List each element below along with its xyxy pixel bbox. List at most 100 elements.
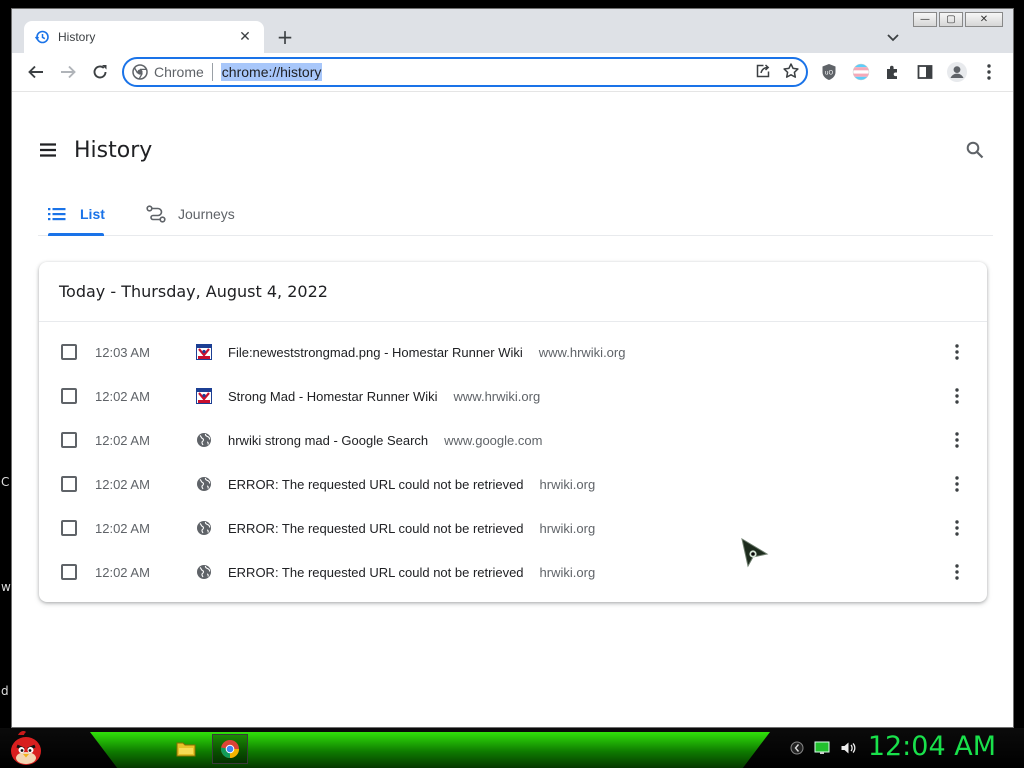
omnibox-actions (754, 62, 800, 80)
hamburger-menu-icon[interactable] (38, 140, 58, 160)
forward-button[interactable] (56, 60, 80, 84)
taskbar-clock: 12:04 AM (867, 731, 996, 762)
monitor-tray-icon[interactable] (814, 740, 830, 756)
history-entry: ERROR: The requested URL could not be re… (228, 565, 595, 580)
globe-icon (195, 563, 213, 581)
profile-avatar-icon[interactable] (945, 60, 969, 84)
hrwiki-icon (195, 387, 213, 405)
tab-journeys[interactable]: Journeys (146, 192, 235, 236)
side-panel-icon[interactable] (913, 60, 937, 84)
svg-text:uO: uO (825, 70, 834, 77)
page-header: History (12, 122, 1013, 202)
history-tabs: List Journeys (38, 192, 993, 236)
mouse-cursor-icon (741, 537, 769, 573)
start-button-angry-bird-icon[interactable] (6, 729, 50, 767)
hrwiki-icon (195, 343, 213, 361)
entry-title-link[interactable]: ERROR: The requested URL could not be re… (228, 521, 524, 536)
browser-tab-history[interactable]: History ✕ (24, 21, 264, 53)
history-row[interactable]: 12:02 AM ERROR: The requested URL could n… (39, 550, 987, 594)
network-tray-icon[interactable] (790, 741, 804, 755)
history-page: History List Journeys Today - Thursday, (12, 91, 1013, 727)
taskbar: 12:04 AM (0, 728, 1024, 768)
row-checkbox[interactable] (61, 388, 77, 404)
security-chip-label[interactable]: Chrome (154, 63, 213, 81)
browser-toolbar: Chrome chrome://history uO (12, 53, 1013, 91)
page-title: History (74, 138, 153, 163)
entry-title-link[interactable]: hrwiki strong mad - Google Search (228, 433, 428, 448)
history-row[interactable]: 12:02 AM ERROR: The requested URL could n… (39, 462, 987, 506)
visit-time: 12:02 AM (95, 432, 150, 448)
history-card: Today - Thursday, August 4, 2022 12:03 A… (39, 262, 987, 602)
address-bar[interactable]: Chrome chrome://history (122, 57, 808, 87)
back-button[interactable] (24, 60, 48, 84)
history-row[interactable]: 12:02 AM hrwiki strong mad - Google Searc… (39, 418, 987, 462)
ublock-extension-icon[interactable]: uO (817, 60, 841, 84)
row-checkbox[interactable] (61, 432, 77, 448)
desktop-text: C (1, 475, 10, 489)
url-text[interactable]: chrome://history (220, 63, 323, 81)
history-row[interactable]: 12:03 AM File:neweststrongmad.png - Homes… (39, 330, 987, 374)
history-icon (34, 29, 50, 45)
chrome-icon (132, 64, 148, 80)
entry-title-link[interactable]: ERROR: The requested URL could not be re… (228, 477, 524, 492)
more-actions-icon[interactable] (949, 342, 965, 362)
reload-button[interactable] (88, 60, 112, 84)
more-actions-icon[interactable] (949, 430, 965, 450)
visit-time: 12:02 AM (95, 564, 150, 580)
entry-domain: www.hrwiki.org (538, 344, 626, 360)
share-icon[interactable] (754, 62, 772, 80)
history-entry: ERROR: The requested URL could not be re… (228, 521, 595, 536)
volume-tray-icon[interactable] (840, 740, 856, 756)
entry-title-link[interactable]: Strong Mad - Homestar Runner Wiki (228, 389, 438, 404)
close-tab-icon[interactable]: ✕ (236, 29, 254, 45)
tab-list[interactable]: List (48, 192, 105, 236)
browser-window: — ▢ ✕ History ✕ + Chrome chrome://histor… (11, 8, 1014, 728)
entry-domain: hrwiki.org (539, 520, 596, 536)
tab-journeys-label: Journeys (178, 206, 235, 222)
more-actions-icon[interactable] (949, 386, 965, 406)
row-checkbox[interactable] (61, 520, 77, 536)
flag-extension-icon[interactable] (849, 60, 873, 84)
visit-time: 12:02 AM (95, 476, 150, 492)
entry-title-link[interactable]: ERROR: The requested URL could not be re… (228, 565, 524, 580)
more-actions-icon[interactable] (949, 518, 965, 538)
visit-time: 12:03 AM (95, 344, 150, 360)
more-actions-icon[interactable] (949, 474, 965, 494)
history-entry: File:neweststrongmad.png - Homestar Runn… (228, 345, 625, 360)
entry-title-link[interactable]: File:neweststrongmad.png - Homestar Runn… (228, 345, 523, 360)
history-row[interactable]: 12:02 AM ERROR: The requested URL could n… (39, 506, 987, 550)
entry-domain: www.hrwiki.org (453, 388, 541, 404)
date-header: Today - Thursday, August 4, 2022 (39, 262, 987, 322)
history-entry: hrwiki strong mad - Google Search www.goo… (228, 433, 542, 448)
tab-search-chevron-icon[interactable] (883, 27, 903, 47)
desktop-text: d (1, 684, 9, 698)
system-tray (790, 740, 856, 756)
entry-domain: hrwiki.org (539, 476, 596, 492)
entry-domain: hrwiki.org (539, 564, 596, 580)
desktop-text: w (1, 580, 11, 594)
globe-icon (195, 431, 213, 449)
file-manager-folder-icon[interactable] (168, 734, 204, 764)
taskbar-chrome-icon[interactable] (212, 734, 248, 764)
tab-title: History (58, 30, 96, 44)
journeys-icon (146, 205, 166, 223)
row-checkbox[interactable] (61, 344, 77, 360)
history-entry: ERROR: The requested URL could not be re… (228, 477, 595, 492)
globe-icon (195, 475, 213, 493)
globe-icon (195, 519, 213, 537)
visit-time: 12:02 AM (95, 520, 150, 536)
search-icon[interactable] (965, 140, 987, 162)
row-checkbox[interactable] (61, 564, 77, 580)
list-icon (48, 207, 66, 221)
entry-domain: www.google.com (444, 432, 543, 448)
tab-list-label: List (80, 206, 105, 222)
bookmark-star-icon[interactable] (782, 62, 800, 80)
history-entry: Strong Mad - Homestar Runner Wiki www.hrw… (228, 389, 540, 404)
kebab-menu-icon[interactable] (977, 60, 1001, 84)
more-actions-icon[interactable] (949, 562, 965, 582)
new-tab-button[interactable]: + (274, 25, 296, 49)
row-checkbox[interactable] (61, 476, 77, 492)
extensions-puzzle-icon[interactable] (881, 60, 905, 84)
active-tab-indicator (48, 233, 104, 236)
history-row[interactable]: 12:02 AM Strong Mad - Homestar Runner Wik… (39, 374, 987, 418)
